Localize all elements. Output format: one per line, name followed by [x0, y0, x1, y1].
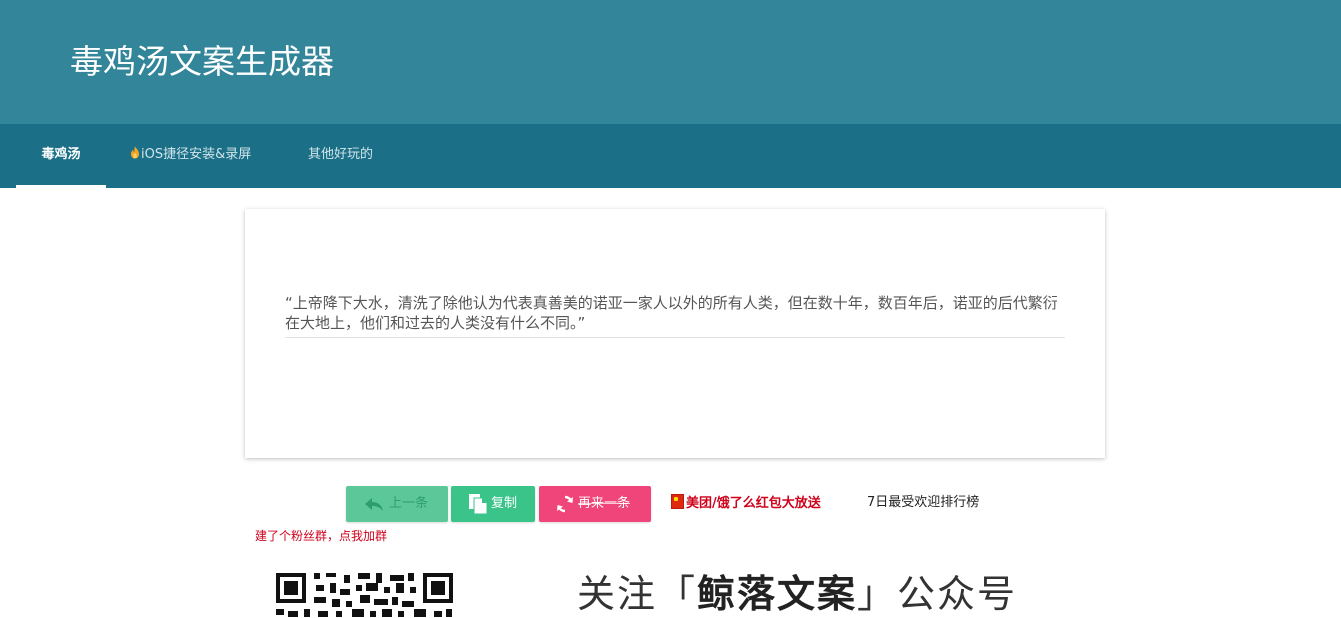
reply-arrow-icon	[365, 498, 383, 511]
quote-text: “上帝降下大水，清洗了除他认为代表真善美的诺亚一家人以外的所有人类，但在数十年，…	[285, 293, 1065, 338]
fan-group-link[interactable]: 建了个粉丝群，点我加群	[255, 528, 387, 544]
page-title: 毒鸡汤文案生成器	[70, 42, 334, 81]
tab-bar: 毒鸡汤 iOS捷径安装&录屏 其他好玩的	[0, 124, 1341, 188]
active-tab-indicator	[16, 185, 106, 188]
ranking-link[interactable]: 7日最受欢迎排行榜	[867, 494, 979, 512]
tab-other-fun[interactable]: 其他好玩的	[308, 124, 373, 188]
next-button[interactable]: 再来一条	[539, 486, 651, 522]
copy-button[interactable]: 复制	[451, 486, 535, 522]
refresh-icon	[557, 495, 573, 513]
tab-ios-shortcut[interactable]: iOS捷径安装&录屏	[130, 124, 251, 188]
copy-icon	[469, 494, 488, 515]
next-button-label: 再来一条	[578, 496, 631, 511]
promo-link-label: 美团/饿了么红包大放送	[686, 496, 821, 511]
follow-banner-prefix: 关注「	[577, 572, 698, 616]
prev-button[interactable]: 上一条	[346, 486, 448, 522]
promo-link[interactable]: 美团/饿了么红包大放送	[671, 494, 821, 512]
tab-label: iOS捷径安装&录屏	[141, 147, 252, 162]
tab-label: 其他好玩的	[308, 147, 374, 162]
follow-banner-suffix: 」公众号	[857, 572, 1018, 616]
follow-banner-brand: 鲸落文案	[697, 571, 858, 616]
china-flag-icon	[671, 494, 684, 509]
app-header: 毒鸡汤文案生成器	[0, 0, 1341, 124]
qr-code	[274, 571, 455, 617]
tab-poison-soup[interactable]: 毒鸡汤	[16, 124, 106, 188]
follow-banner: 关注「鲸落文案」公众号	[577, 570, 1017, 618]
quote-card: “上帝降下大水，清洗了除他认为代表真善美的诺亚一家人以外的所有人类，但在数十年，…	[245, 209, 1105, 458]
tab-label: 毒鸡汤	[41, 147, 81, 162]
fire-icon	[130, 124, 140, 186]
copy-button-label: 复制	[491, 496, 518, 511]
prev-button-label: 上一条	[389, 496, 429, 511]
